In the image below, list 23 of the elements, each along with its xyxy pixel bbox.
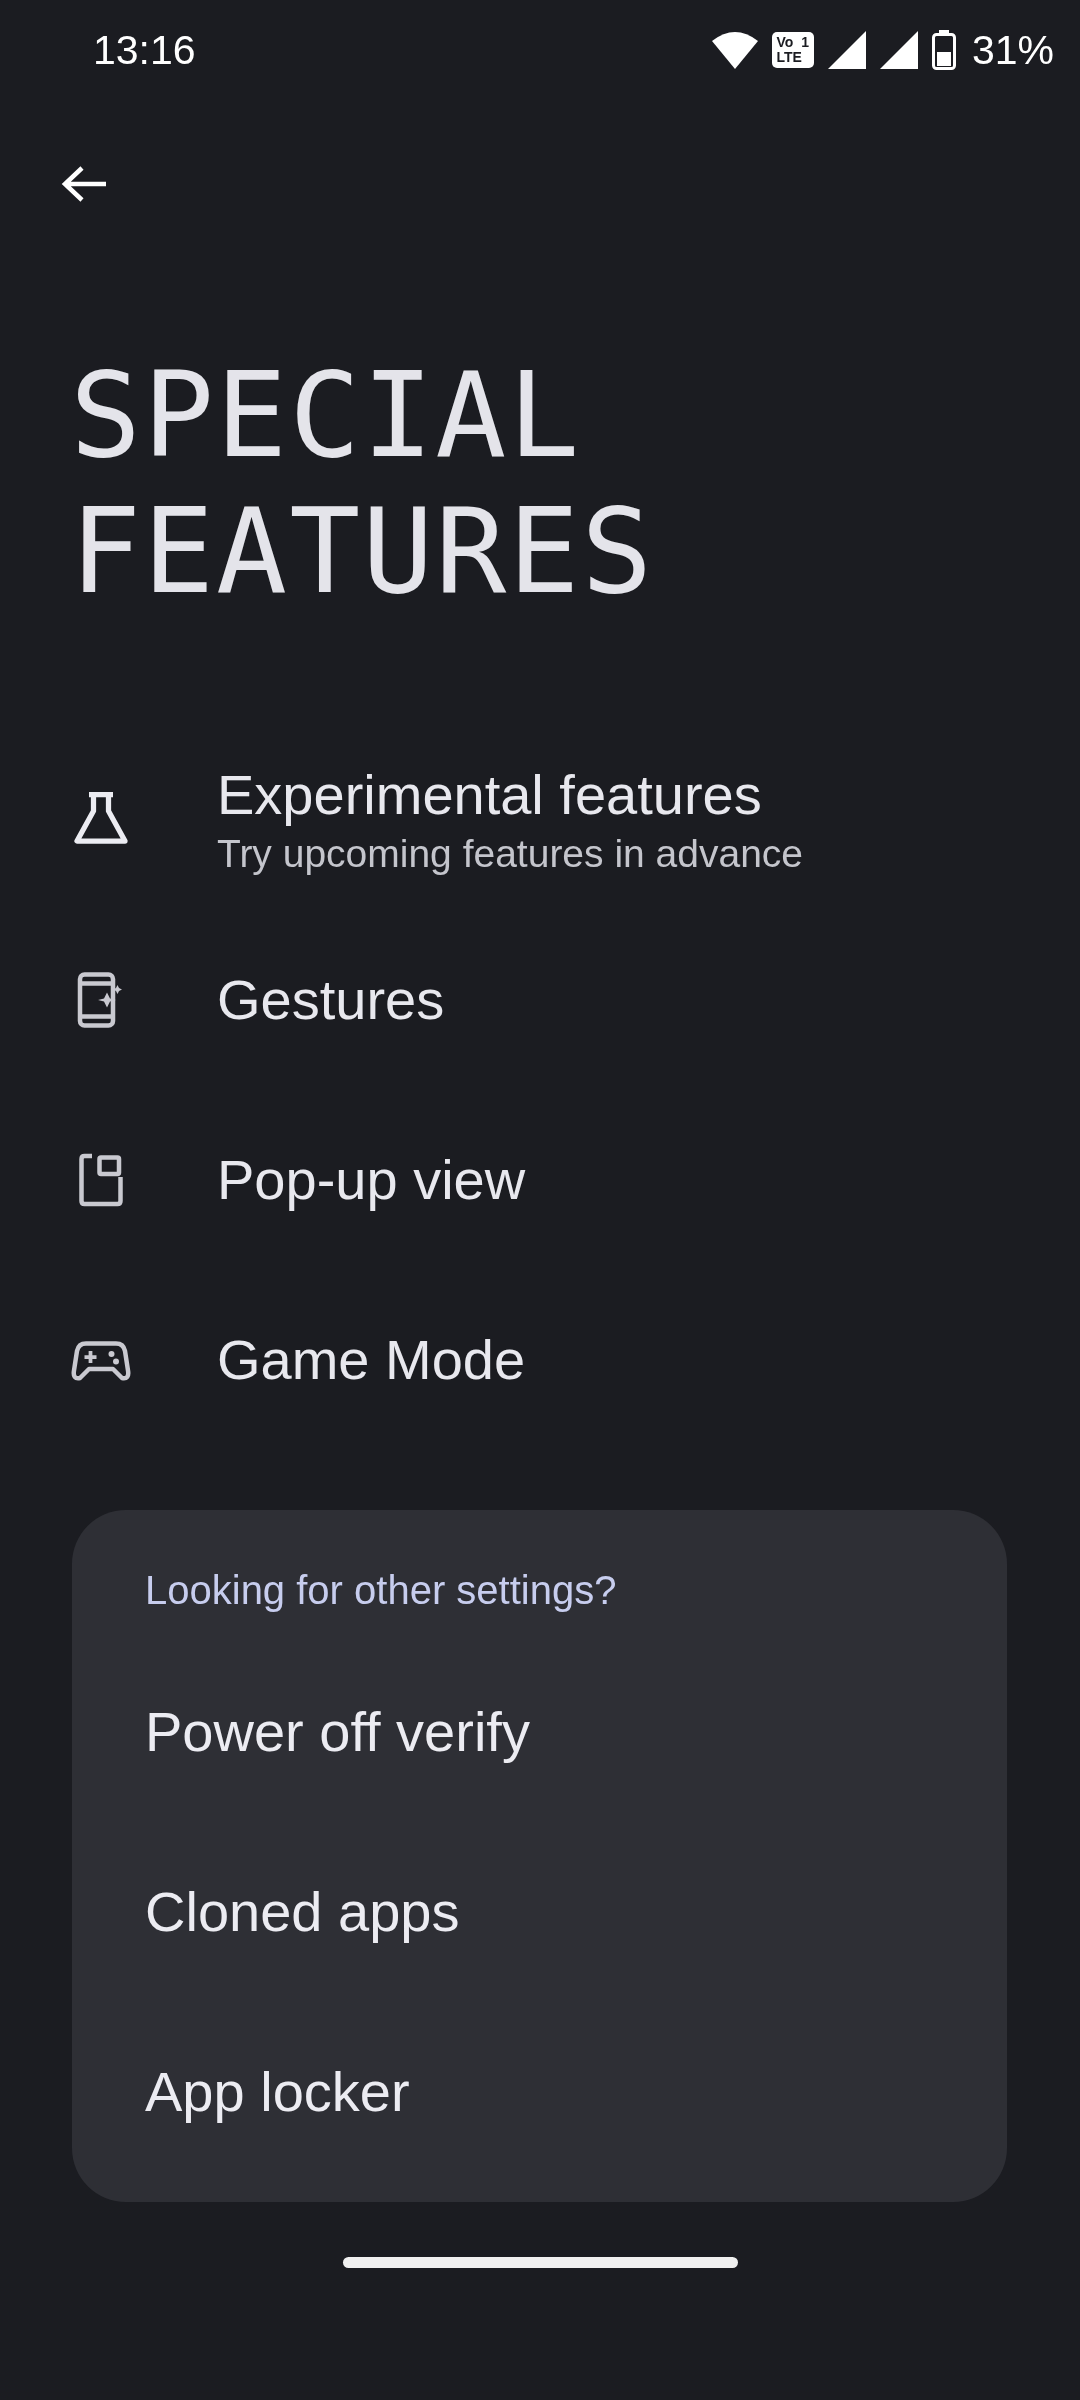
volte-badge: Vo 1 LTE [771,32,814,68]
page-title: SPECIAL [70,356,582,474]
signal-icon [827,31,866,69]
settings-item[interactable]: Game Mode [0,1270,1080,1450]
battery-icon [931,30,956,70]
battery-level: 31% [971,26,1054,74]
page-title: FEATURES [70,492,655,610]
item-title: Game Mode [217,1327,526,1393]
item-title: Experimental features [217,762,763,828]
item-title: Gestures [217,967,445,1033]
suggestion-item[interactable]: Cloned apps [145,1822,1007,2002]
suggestion-item[interactable]: Power off verify [145,1642,1007,1822]
wifi-icon [711,31,758,69]
settings-item[interactable]: Pop-up view [0,1090,1080,1270]
clock-time: 13:16 [93,26,196,74]
item-title: Pop-up view [217,1147,526,1213]
settings-item[interactable]: Experimental features Try upcoming features in advance [0,730,1080,910]
back-arrow-icon [60,164,108,204]
settings-item[interactable]: Gestures [0,910,1080,1090]
item-subtitle: Try upcoming features in advance [217,831,804,877]
suggestion-item[interactable]: App locker [145,2002,1007,2182]
signal-icon [879,31,918,69]
card-heading: Looking for other settings? [145,1567,618,1614]
